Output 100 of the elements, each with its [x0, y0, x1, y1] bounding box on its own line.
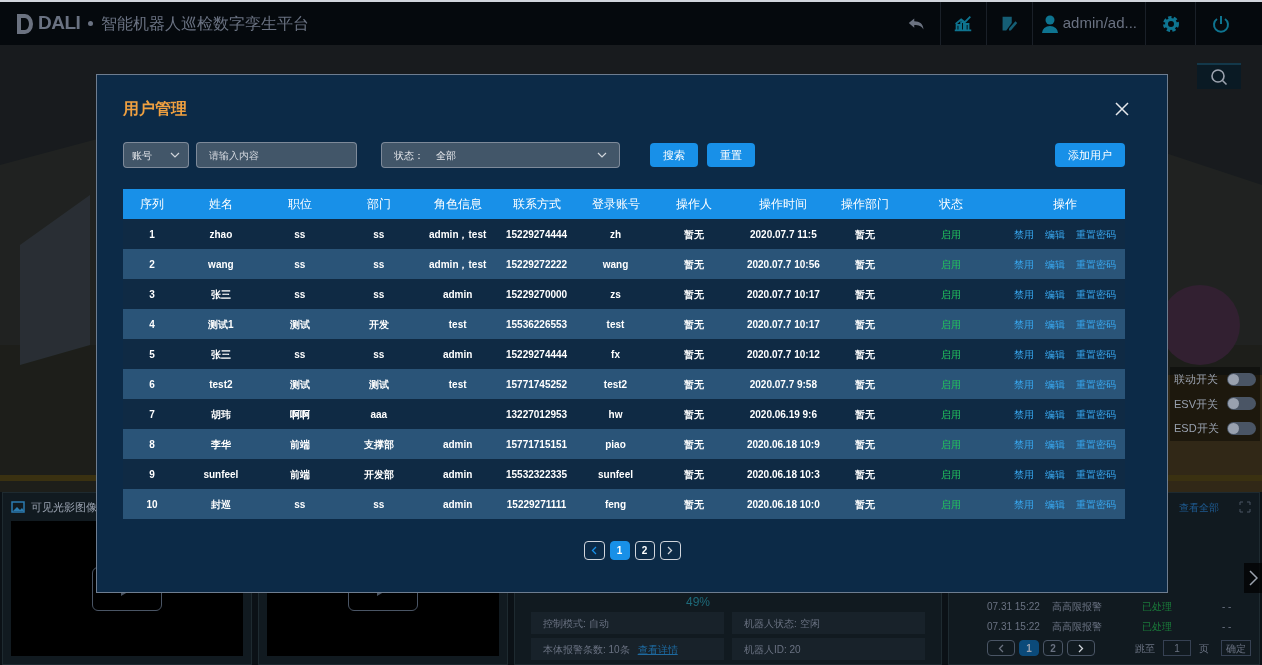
action-link[interactable]: 禁用	[1013, 316, 1034, 332]
table-cell-text: 7	[148, 407, 156, 422]
action-link[interactable]: 编辑	[1044, 376, 1065, 392]
table-cell-text: 暂无	[854, 437, 877, 452]
table-cell-text: 暂无	[683, 467, 706, 482]
status-text: 启用	[940, 317, 963, 332]
table-cell-text: 胡玮	[209, 407, 232, 422]
table-cell-text: zh	[608, 227, 623, 242]
table-cell-text: admin，test	[428, 227, 488, 242]
column-header: 序列	[138, 196, 165, 213]
action-link[interactable]: 编辑	[1044, 346, 1065, 362]
chevron-right-icon	[667, 546, 673, 555]
action-link[interactable]: 重置密码	[1075, 406, 1116, 422]
action-link[interactable]: 重置密码	[1075, 256, 1116, 272]
action-link[interactable]: 编辑	[1044, 226, 1065, 242]
table-cell-text: 15229274444	[505, 347, 569, 362]
action-link[interactable]: 重置密码	[1075, 226, 1116, 242]
table-cell-text: wang	[601, 257, 630, 272]
page-input[interactable]: 1	[1163, 640, 1191, 656]
action-link[interactable]: 编辑	[1044, 436, 1065, 452]
action-link[interactable]: 禁用	[1013, 346, 1034, 362]
field-select[interactable]: 账号	[123, 142, 189, 168]
table-cell-text: 2020.07.7 11:5	[748, 227, 818, 242]
action-link[interactable]: 重置密码	[1075, 286, 1116, 302]
action-link[interactable]: 禁用	[1013, 226, 1034, 242]
table-cell-text: zs	[609, 287, 622, 302]
action-link[interactable]: 重置密码	[1075, 376, 1116, 392]
table-cell-text: 暂无	[683, 437, 706, 452]
page-button[interactable]: 2	[634, 541, 655, 560]
status-text: 启用	[940, 407, 963, 422]
toggle-label: ESD开关	[1174, 421, 1220, 436]
action-link[interactable]: 禁用	[1013, 466, 1034, 482]
table-cell-text: 暂无	[854, 497, 877, 512]
table-cell-text: 15229271111	[505, 497, 568, 512]
details-link[interactable]: 查看详情	[637, 641, 678, 657]
table-cell-text: 2020.07.7 10:17	[745, 317, 821, 332]
action-link[interactable]: 重置密码	[1075, 316, 1116, 332]
confirm-button[interactable]: 确定	[1221, 640, 1251, 656]
table-cell-text: 3	[148, 287, 156, 302]
chevron-left-icon	[998, 643, 1004, 653]
table-cell-text: 5	[148, 347, 156, 362]
page-button[interactable]: 1	[609, 541, 630, 560]
table-cell-text: test2	[602, 377, 629, 392]
action-link[interactable]: 重置密码	[1075, 436, 1116, 452]
expand-icon	[1239, 501, 1251, 513]
table-cell-text: 15532322335	[505, 467, 569, 482]
next-arrow-button[interactable]	[1244, 563, 1262, 593]
table-cell-text: 2020.06.18 10:3	[745, 467, 821, 482]
action-link[interactable]: 编辑	[1044, 466, 1065, 482]
table-cell-text: 8	[148, 437, 156, 452]
table-cell-text: 前端	[288, 467, 311, 482]
table-cell-text: ss	[293, 257, 307, 272]
action-link[interactable]: 编辑	[1044, 406, 1065, 422]
table-cell-text: 暂无	[683, 497, 706, 512]
status-select[interactable]: 状态： 全部	[381, 142, 620, 168]
table-cell-text: admin	[441, 287, 474, 302]
jump-label: 跳至	[1135, 641, 1155, 656]
table-cell-text: 李华	[209, 437, 232, 452]
table-cell-text: ss	[293, 497, 307, 512]
action-link[interactable]: 重置密码	[1075, 496, 1116, 512]
action-link[interactable]: 编辑	[1044, 316, 1065, 332]
info-text: 机器人状态: 空闲	[744, 616, 820, 631]
action-link[interactable]: 禁用	[1013, 496, 1034, 512]
action-link[interactable]: 重置密码	[1075, 466, 1116, 482]
view-all-link[interactable]: 查看全部	[1179, 499, 1219, 515]
action-link[interactable]: 编辑	[1044, 496, 1065, 512]
table-cell-text: zhao	[208, 227, 234, 242]
table-cell-text: feng	[603, 497, 628, 512]
action-link[interactable]: 禁用	[1013, 286, 1034, 302]
action-link[interactable]: 禁用	[1013, 436, 1034, 452]
table-cell-text: test	[447, 317, 468, 332]
table-cell-text: 2020.06.18 10:0	[745, 497, 821, 512]
add-user-button[interactable]: 添加用户	[1055, 143, 1125, 167]
column-header: 姓名	[207, 196, 234, 213]
action-link[interactable]: 禁用	[1013, 406, 1034, 422]
close-button[interactable]	[1115, 101, 1131, 117]
alarm-time: 07.31 15:22	[987, 619, 1041, 634]
reset-button[interactable]: 重置	[707, 143, 755, 167]
table-cell-text: wang	[207, 257, 235, 272]
info-text: 本体报警条数: 10条	[543, 642, 630, 657]
action-link[interactable]: 编辑	[1044, 286, 1065, 302]
search-input[interactable]: 请输入内容	[196, 142, 357, 168]
table-cell-text: 15229270000	[505, 287, 569, 302]
table-cell-text: 15229274444	[505, 227, 569, 242]
table-cell-text: 支撑部	[362, 437, 395, 452]
action-link[interactable]: 禁用	[1013, 376, 1034, 392]
table-cell-text: 张三	[209, 287, 232, 302]
action-link[interactable]: 禁用	[1013, 256, 1034, 272]
action-link[interactable]: 重置密码	[1075, 346, 1116, 362]
alarm-type: 高高限报警	[1052, 619, 1103, 634]
action-link[interactable]: 编辑	[1044, 256, 1065, 272]
table-cell-text: ss	[372, 287, 386, 302]
table-cell-text: 15771745252	[505, 377, 569, 392]
search-button[interactable]: 搜索	[650, 143, 698, 167]
page-button[interactable]: 2	[1043, 640, 1063, 656]
page-button[interactable]: 1	[1019, 640, 1039, 656]
table-cell-text: test	[447, 377, 468, 392]
table-cell-text: admin	[441, 467, 474, 482]
search-button[interactable]	[1197, 63, 1241, 89]
table-cell-text: 2020.07.7 10:56	[745, 257, 821, 272]
